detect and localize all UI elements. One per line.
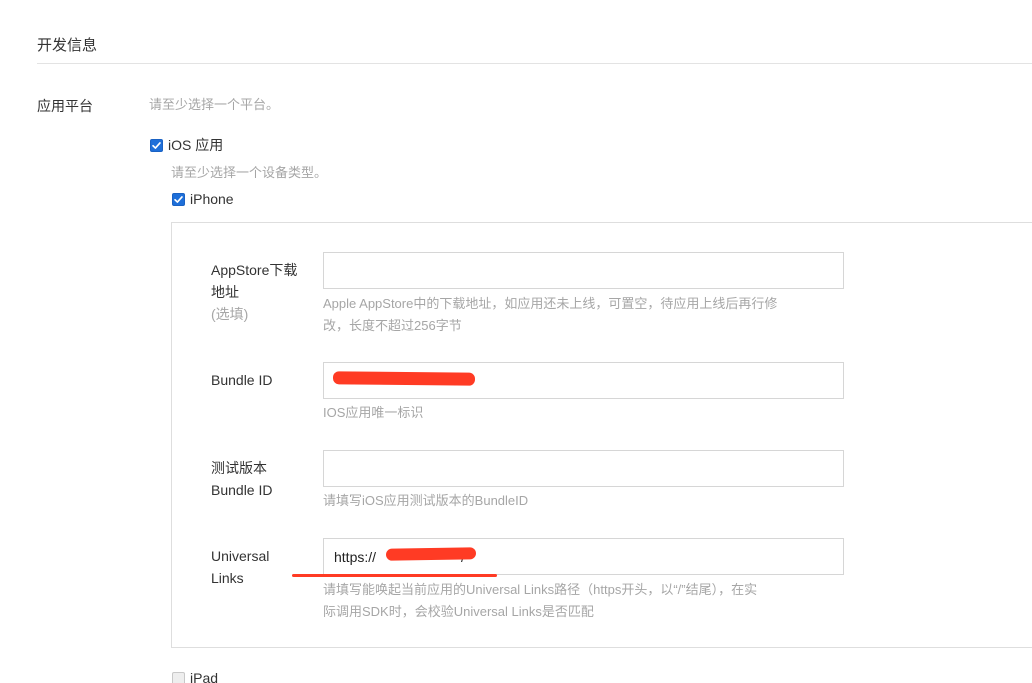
redaction-scribble bbox=[385, 547, 477, 561]
appstore-url-hint-line1: Apple AppStore中的下载地址，如应用还未上线，可置空，待应用上线后再… bbox=[323, 296, 778, 311]
section-title: 开发信息 bbox=[37, 37, 98, 54]
universal-links-label-line1: Universal bbox=[211, 548, 270, 564]
universal-links-label: Universal Links bbox=[211, 545, 269, 589]
dev-info-page: 开发信息 应用平台 请至少选择一个平台。 iOS 应用 请至少选择一个设备类型。… bbox=[0, 0, 1032, 683]
section-divider bbox=[37, 63, 1032, 64]
appstore-url-label: AppStore下载 地址 (选填) bbox=[211, 259, 297, 325]
universal-links-value-prefix: https:// bbox=[334, 548, 377, 565]
universal-links-hint-line2: 际调用SDK时，会校验Universal Links是否匹配 bbox=[323, 604, 594, 619]
appstore-url-hint: Apple AppStore中的下载地址，如应用还未上线，可置空，待应用上线后再… bbox=[323, 293, 844, 337]
bundle-id-hint: IOS应用唯一标识 bbox=[323, 405, 424, 420]
test-bundle-id-input[interactable] bbox=[323, 450, 844, 487]
ios-app-checkbox-label: iOS 应用 bbox=[168, 137, 224, 153]
appstore-url-input[interactable] bbox=[323, 252, 844, 289]
device-type-hint: 请至少选择一个设备类型。 bbox=[171, 165, 328, 180]
ipad-checkbox[interactable]: iPad bbox=[172, 670, 218, 683]
optional-tag: (选填) bbox=[211, 306, 249, 322]
universal-links-label-line2: Links bbox=[211, 570, 244, 586]
checkbox-checked-icon bbox=[172, 192, 185, 206]
platform-label: 应用平台 bbox=[37, 98, 93, 114]
universal-links-hint: 请填写能唤起当前应用的Universal Links路径（https开头，以“/… bbox=[323, 579, 844, 623]
checkbox-unchecked-icon bbox=[172, 671, 185, 683]
iphone-checkbox-label: iPhone bbox=[190, 191, 234, 207]
platform-hint: 请至少选择一个平台。 bbox=[149, 97, 280, 112]
test-bundle-id-hint: 请填写iOS应用测试版本的BundleID bbox=[323, 493, 529, 508]
red-underline-mark bbox=[292, 574, 497, 577]
redaction-scribble bbox=[332, 371, 476, 386]
test-bundle-id-label: 测试版本 Bundle ID bbox=[211, 457, 272, 501]
test-bundle-id-label-line1: 测试版本 bbox=[211, 460, 267, 476]
appstore-url-hint-line2: 改，长度不超过256字节 bbox=[323, 318, 462, 333]
universal-links-hint-line1: 请填写能唤起当前应用的Universal Links路径（https开头，以“/… bbox=[323, 582, 758, 597]
test-bundle-id-label-line2: Bundle ID bbox=[211, 482, 273, 498]
appstore-url-label-line2: 地址 bbox=[211, 284, 239, 300]
ipad-checkbox-label: iPad bbox=[190, 670, 219, 683]
ios-app-checkbox[interactable]: iOS 应用 bbox=[150, 135, 223, 155]
appstore-url-label-line1: AppStore下载 bbox=[211, 262, 298, 278]
checkbox-checked-icon bbox=[150, 138, 163, 152]
iphone-checkbox[interactable]: iPhone bbox=[172, 191, 234, 207]
bundle-id-label: Bundle ID bbox=[211, 372, 273, 388]
